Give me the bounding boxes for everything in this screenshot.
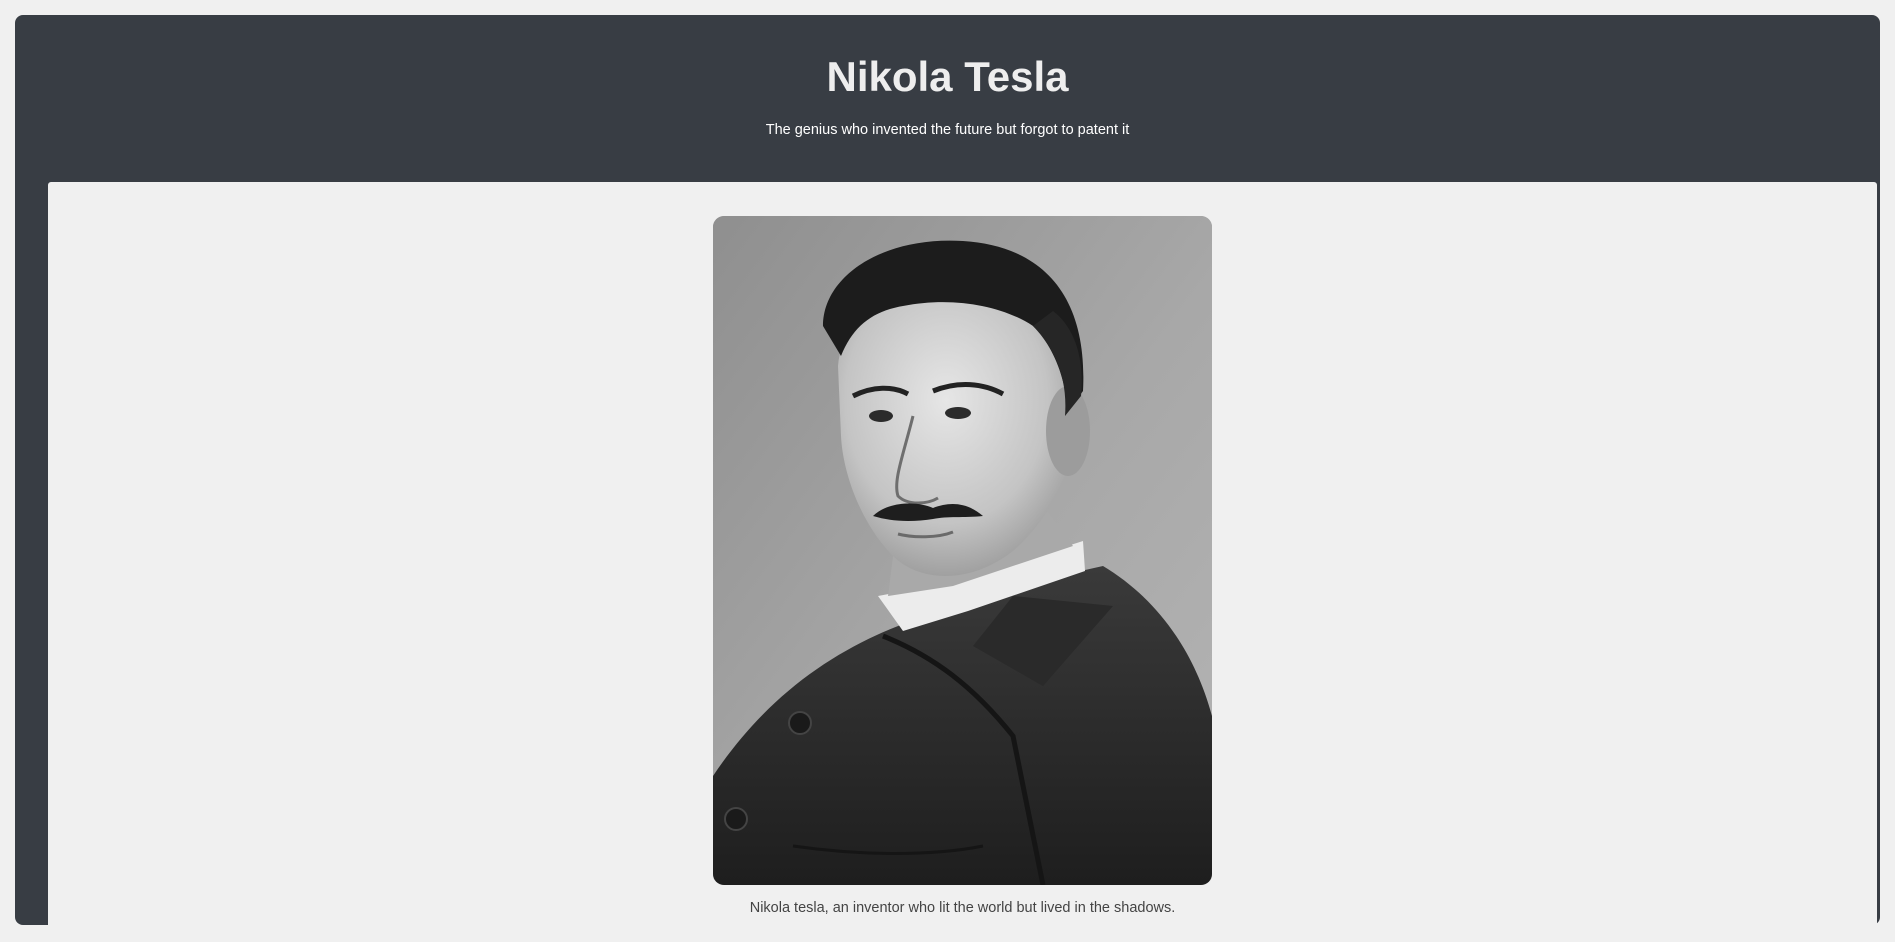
page-frame: Nikola Tesla The genius who invented the… [15,15,1880,942]
header: Nikola Tesla The genius who invented the… [15,15,1880,167]
image-caption: Nikola tesla, an inventor who lit the wo… [749,900,1176,916]
page-subtitle: The genius who invented the future but f… [765,122,1130,138]
main-content: Nikola tesla, an inventor who lit the wo… [48,182,1877,942]
page-title: Nikola Tesla [826,53,1069,100]
portrait-image [713,216,1212,885]
